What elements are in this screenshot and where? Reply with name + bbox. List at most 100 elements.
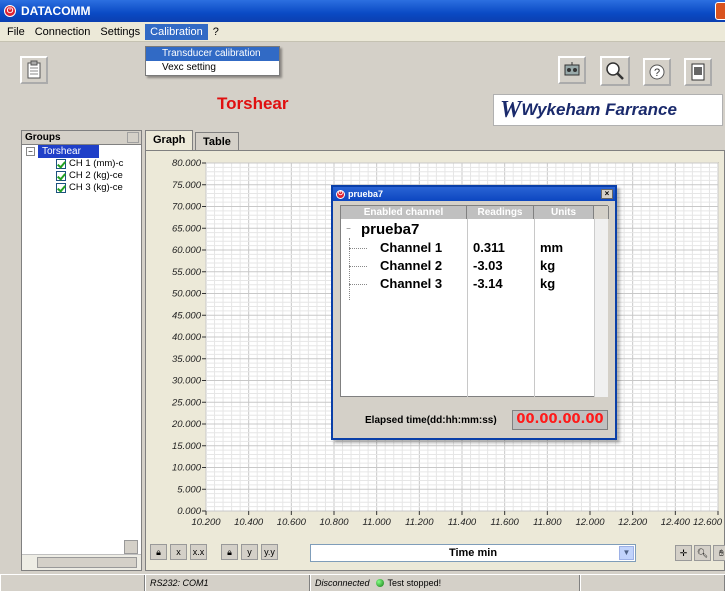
groups-horizontal-scrollbar[interactable] [22,554,141,570]
collapse-icon[interactable]: − [344,225,353,234]
col-divider [467,219,468,397]
x-tick-label: 11.600 [490,517,519,528]
x-tick-label: 10.800 [319,517,349,528]
x-axis-selector-value: Time min [448,547,498,559]
y-tick-label: 25.000 [171,397,202,408]
lock-x-icon[interactable]: 🔒︎ [150,544,167,560]
test-title: Torshear [217,94,289,113]
tree-channel-2[interactable]: CH 2 (kg)-ce [22,170,141,182]
help-icon: ? [649,64,665,80]
menu-file[interactable]: File [2,24,30,40]
x-axis-selector[interactable]: Time min ▼ [310,544,636,562]
dialog-title: prueba7 [348,189,384,199]
groups-header: Groups [22,131,141,145]
list-vertical-scrollbar[interactable] [594,219,608,397]
clipboard-button[interactable] [20,56,48,84]
channel-checkbox[interactable] [56,183,66,193]
calibration-dropdown: Transducer calibration Vexc setting [145,46,280,76]
menu-calibration[interactable]: Calibration [145,23,208,40]
reading-channel-3: Channel 3 [380,276,443,291]
tab-graph[interactable]: Graph [145,130,194,152]
zoom-y-icon[interactable]: y [241,544,258,560]
search-button[interactable] [600,56,630,86]
format-x-icon[interactable]: x.x [190,544,207,560]
groups-panel: Groups − Torshear CH 1 (mm)-c CH 2 (kg)-… [21,130,142,571]
reading-value-1: 0.311 [473,240,505,255]
scroll-thumb[interactable] [37,557,137,568]
tree-root-label[interactable]: Torshear [38,145,99,158]
svg-text:?: ? [654,67,660,79]
channel-checkbox[interactable] [56,159,66,169]
tree-root[interactable]: − Torshear [22,145,141,158]
chevron-down-icon[interactable]: ▼ [619,546,634,560]
magnifier-icon [606,62,624,80]
y-tick-label: 30.000 [172,376,202,387]
logo-mark: W [500,96,521,123]
col-enabled-channel[interactable]: Enabled channel [341,206,467,219]
list-scroll-up[interactable] [594,206,609,219]
status-message: Test stopped! [387,578,442,588]
channel-checkbox[interactable] [56,171,66,181]
x-tick-label: 12.200 [618,517,648,528]
y-tick-label: 20.000 [171,419,202,430]
y-tick-label: 65.000 [172,223,202,234]
y-tick-label: 80.000 [172,158,202,169]
status-connection-text: Disconnected [315,578,370,588]
lock-y-icon[interactable]: 🔒︎ [221,544,238,560]
y-tick-label: 55.000 [172,267,202,278]
dialog-close-button[interactable]: × [601,189,613,199]
pan-icon[interactable]: ✋︎ [713,545,725,561]
menu-transducer-calibration[interactable]: Transducer calibration [146,47,279,61]
crosshair-icon[interactable]: ✛ [675,545,692,561]
menu-help[interactable]: ? [208,24,224,40]
x-tick-label: 10.600 [277,517,307,528]
reading-channel-2: Channel 2 [380,258,443,273]
elapsed-label: Elapsed time(dd:hh:mm:ss) [365,415,497,426]
menu-connection[interactable]: Connection [30,24,96,40]
readings-list: Enabled channel Readings Units − prueba7… [340,205,609,397]
reading-unit-1: mm [540,240,564,255]
menu-vexc-setting[interactable]: Vexc setting [146,61,279,75]
col-units[interactable]: Units [534,206,594,219]
reading-unit-3: kg [540,276,556,291]
groups-scroll-knob[interactable] [124,540,138,554]
transducer-button[interactable] [558,56,586,84]
x-tick-label: 11.400 [448,517,477,528]
col-readings[interactable]: Readings [467,206,534,219]
status-bar: RS232: COM1 Disconnected Test stopped! [0,574,725,591]
company-logo: W Wykeham Farrance [493,94,723,126]
tree-guide [349,248,367,249]
y-tick-label: 75.000 [172,180,202,191]
y-tick-label: 5.000 [177,484,201,495]
x-tick-label: 10.200 [191,517,221,528]
help-button[interactable]: ? [643,58,671,86]
menubar: File Connection Settings Calibration ? [0,22,725,42]
x-tick-label: 12.400 [661,517,691,528]
channel-label: CH 3 (kg)-ce [69,182,123,193]
y-tick-label: 15.000 [172,441,202,452]
document-icon [691,63,705,81]
clipboard-icon [27,60,41,79]
format-y-icon[interactable]: y.y [261,544,278,560]
tab-table[interactable]: Table [195,132,239,152]
plot-navigation-tools: ✛ 🔍︎ ✋︎ [675,545,725,561]
document-button[interactable] [684,58,712,86]
y-tick-label: 10.000 [172,463,202,474]
y-tick-label: 0.000 [177,506,201,517]
reading-channel-1: Channel 1 [380,240,443,255]
groups-header-button[interactable] [127,132,139,143]
x-tick-label: 10.400 [234,517,264,528]
logo-text: Wykeham Farrance [521,100,677,119]
readings-dialog: ⏻ prueba7 × Enabled channel Readings Uni… [331,185,617,440]
tree-channel-3[interactable]: CH 3 (kg)-ce [22,182,141,194]
zoom-icon[interactable]: 🔍︎ [694,545,711,561]
graph-tools: 🔒︎ x x.x 🔒︎ y y.y [150,544,278,560]
collapse-icon[interactable]: − [26,147,35,156]
dialog-app-icon: ⏻ [336,189,345,199]
zoom-x-icon[interactable]: x [170,544,187,560]
dialog-titlebar: ⏻ prueba7 × [333,187,615,201]
menu-settings[interactable]: Settings [95,24,145,40]
tree-channel-1[interactable]: CH 1 (mm)-c [22,158,141,170]
close-window-button[interactable] [715,2,725,20]
reading-unit-2: kg [540,258,556,273]
